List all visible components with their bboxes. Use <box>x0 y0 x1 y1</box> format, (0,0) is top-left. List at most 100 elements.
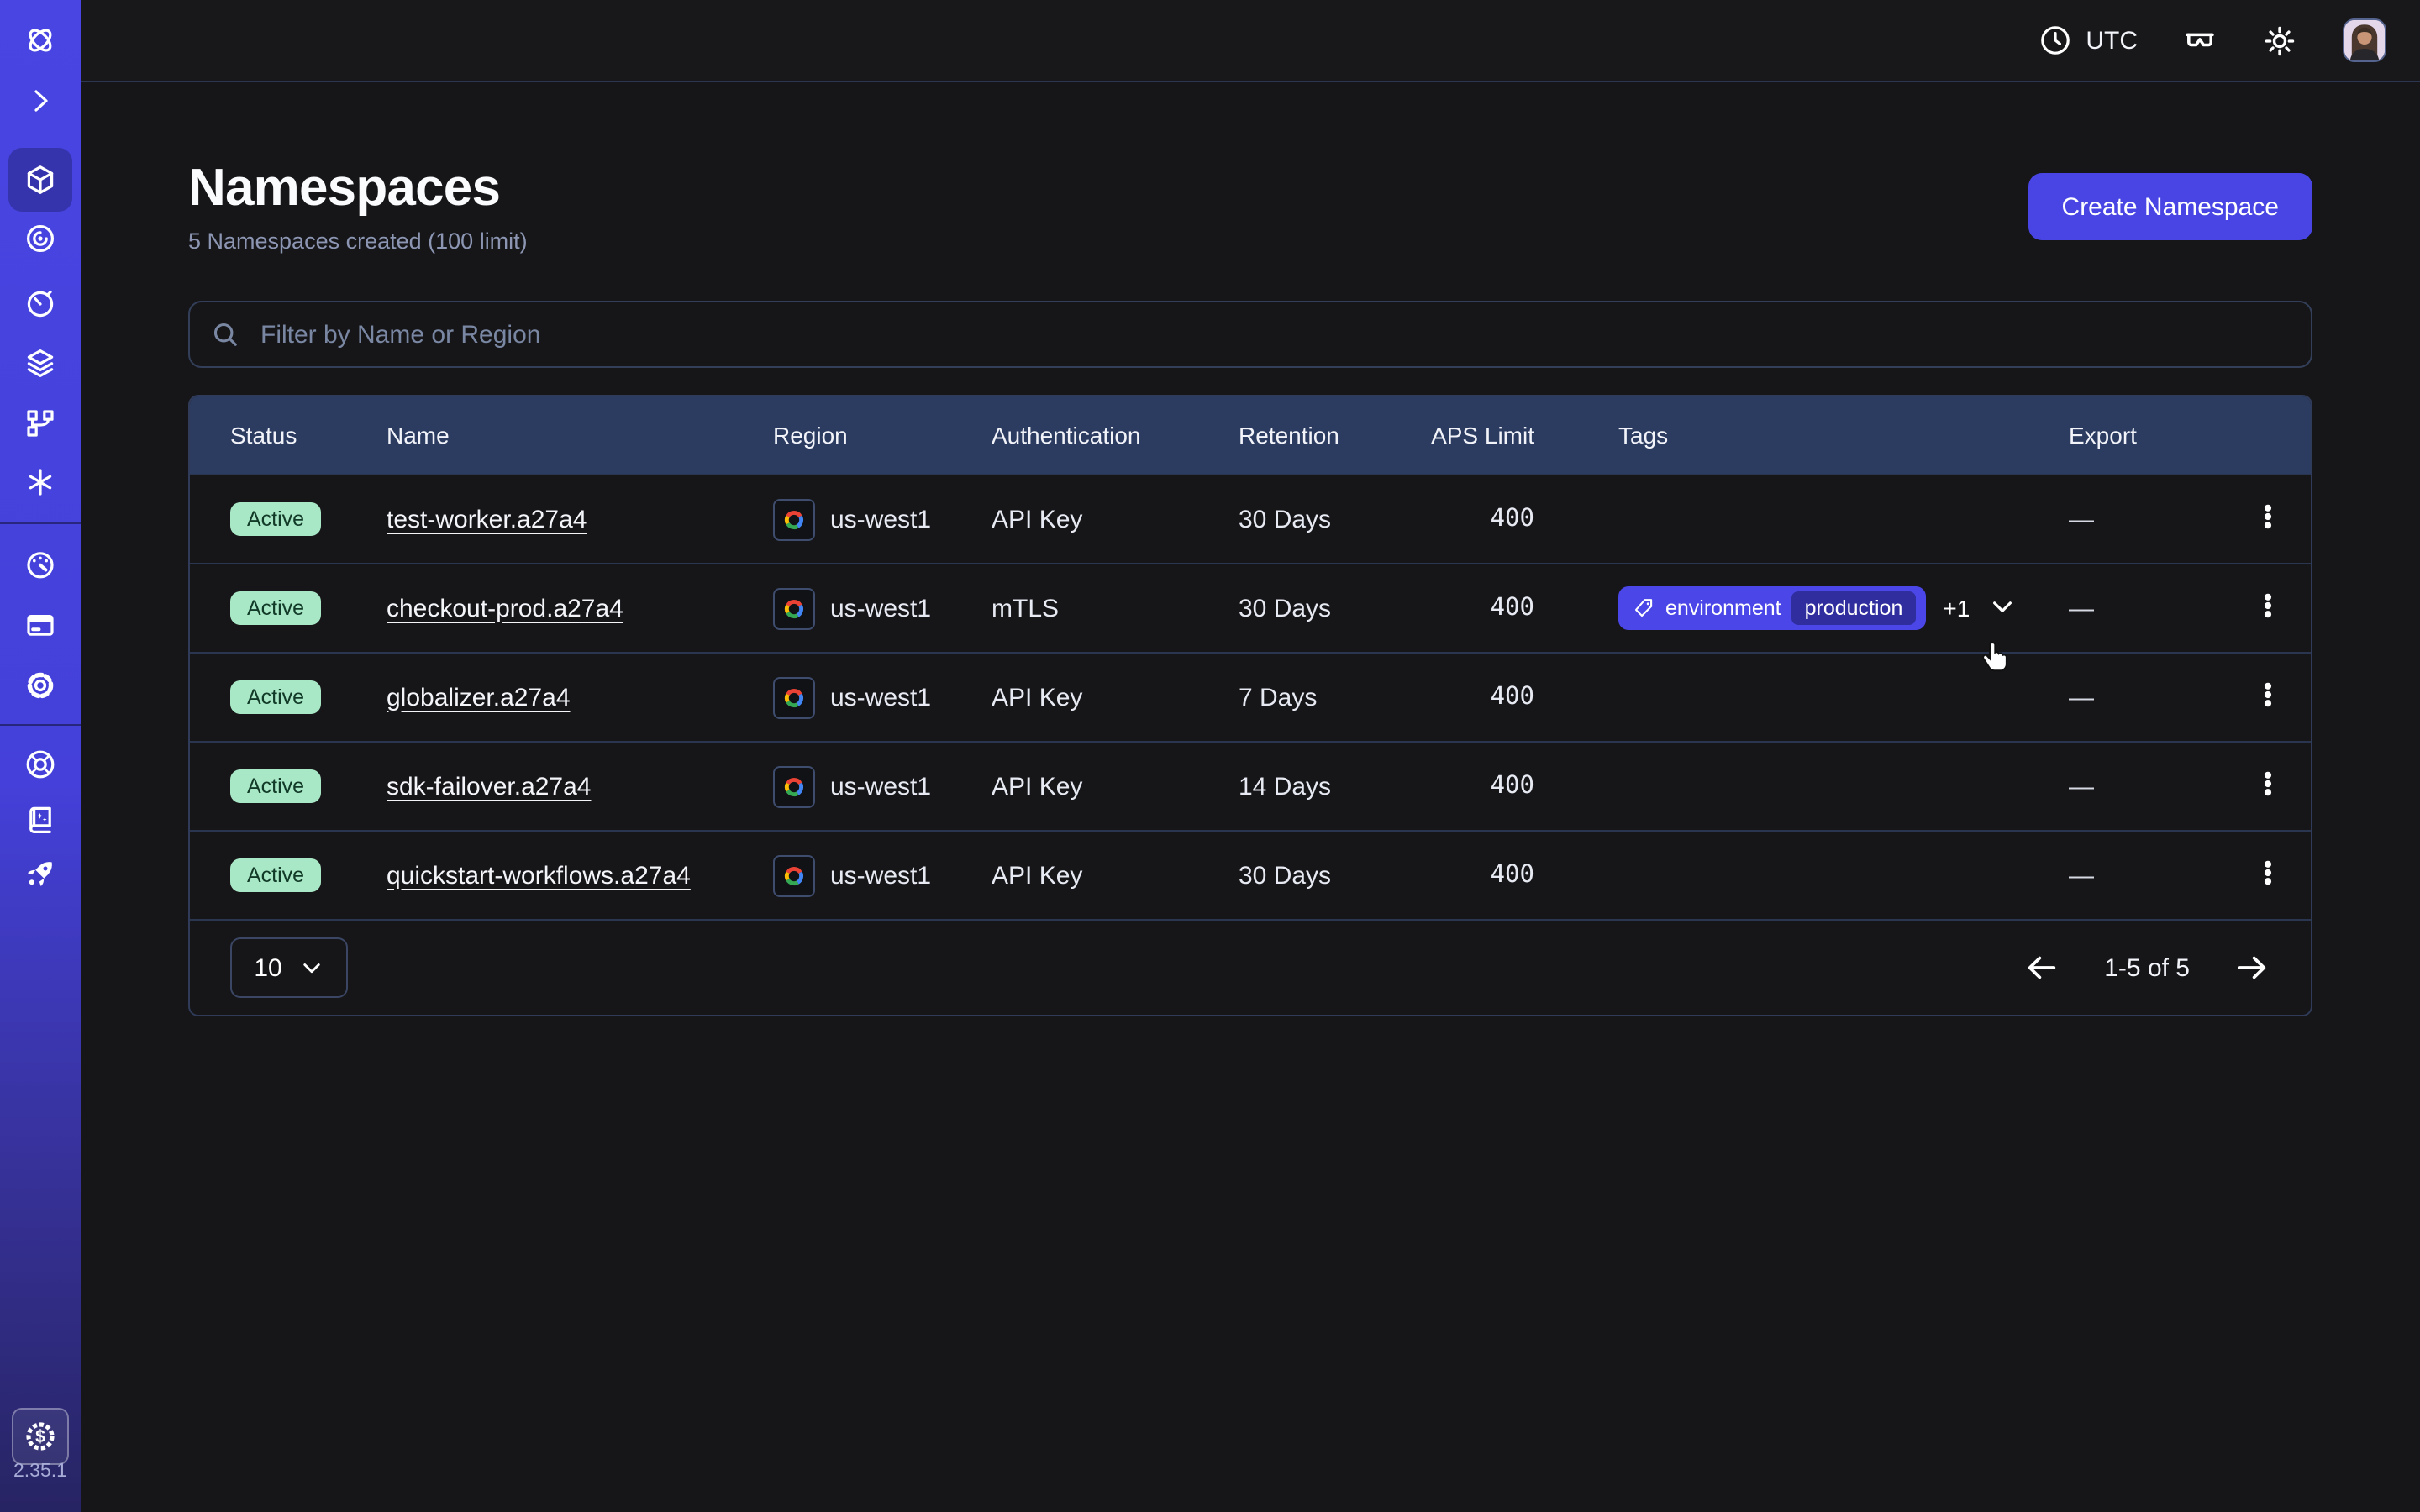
row-menu-kebab-icon[interactable] <box>2244 674 2291 721</box>
sidebar-item-namespaces[interactable] <box>24 163 57 197</box>
sidebar-item-usage[interactable] <box>24 548 57 581</box>
arrow-right-icon <box>2233 949 2270 986</box>
col-name: Name <box>387 422 773 449</box>
timezone-button[interactable]: UTC <box>2039 24 2138 57</box>
pricing-seal-button[interactable]: $ <box>12 1408 69 1465</box>
row-menu-kebab-icon[interactable] <box>2244 496 2291 543</box>
export-value: — <box>2069 683 2202 711</box>
row-menu-kebab-icon[interactable] <box>2244 585 2291 632</box>
status-badge: Active <box>230 680 321 715</box>
tag-key: environment <box>1665 596 1781 620</box>
tags-cell: environment production +1 <box>1618 586 2069 630</box>
user-avatar[interactable] <box>2343 18 2386 62</box>
namespace-link[interactable]: checkout-prod.a27a4 <box>387 594 623 622</box>
col-status: Status <box>230 422 387 449</box>
pagination-range: 1-5 of 5 <box>2104 953 2190 982</box>
sidebar-expand-chevron-icon[interactable] <box>24 84 57 118</box>
sidebar-item-docs[interactable] <box>24 803 57 837</box>
page-size-select[interactable]: 10 <box>230 937 348 998</box>
region-label: us-west1 <box>830 594 931 622</box>
auth-label: API Key <box>992 505 1239 533</box>
arrow-left-icon <box>2023 949 2060 986</box>
region-label: us-west1 <box>830 772 931 801</box>
rocket-icon <box>24 857 57 890</box>
aps-value: 400 <box>1400 773 1534 800</box>
prev-page-button[interactable] <box>2023 949 2060 986</box>
next-page-button[interactable] <box>2233 949 2270 986</box>
col-aps-limit: APS Limit <box>1400 422 1534 449</box>
page-subtitle: 5 Namespaces created (100 limit) <box>188 228 528 254</box>
sidebar-item-stacks[interactable] <box>24 346 57 380</box>
export-value: — <box>2069 861 2202 890</box>
gcp-region-icon <box>773 676 815 718</box>
tags-expand-chevron-icon[interactable] <box>1986 593 2017 623</box>
table-row: Active globalizer.a27a4 us-west1 API Key… <box>190 652 2311 741</box>
timezone-label: UTC <box>2086 26 2138 55</box>
gcp-region-icon <box>773 854 815 896</box>
namespace-link[interactable]: test-worker.a27a4 <box>387 505 587 533</box>
sidebar-divider <box>0 522 81 524</box>
labs-toggle-button[interactable] <box>2181 22 2218 59</box>
retention-label: 30 Days <box>1239 594 1400 622</box>
row-menu-kebab-icon[interactable] <box>2244 852 2291 899</box>
theme-toggle-button[interactable] <box>2262 22 2299 59</box>
avatar-portrait <box>2344 20 2385 60</box>
region-label: us-west1 <box>830 861 931 890</box>
filter-bar <box>188 301 2312 368</box>
status-badge: Active <box>230 591 321 626</box>
sun-icon <box>2262 23 2297 58</box>
namespace-link[interactable]: quickstart-workflows.a27a4 <box>387 861 691 890</box>
gcp-region-icon <box>773 587 815 629</box>
region-label: us-west1 <box>830 683 931 711</box>
region-label: us-west1 <box>830 505 931 533</box>
retention-label: 30 Days <box>1239 861 1400 890</box>
col-region: Region <box>773 422 992 449</box>
sidebar-item-monitoring[interactable] <box>24 222 57 255</box>
row-menu-kebab-icon[interactable] <box>2244 763 2291 810</box>
auth-label: API Key <box>992 683 1239 711</box>
app-window: $ 2.35.1 UTC Namespaces 5 Nam <box>0 0 2420 1512</box>
status-badge: Active <box>230 502 321 537</box>
sidebar-item-nexus[interactable] <box>24 465 57 499</box>
table-row: Active sdk-failover.a27a4 us-west1 API K… <box>190 741 2311 830</box>
table-row: Active checkout-prod.a27a4 us-west1 mTLS… <box>190 563 2311 652</box>
namespace-link[interactable]: sdk-failover.a27a4 <box>387 772 592 801</box>
branch-icon <box>24 407 57 440</box>
filter-input[interactable] <box>257 318 2291 350</box>
table-header-row: Status Name Region Authentication Retent… <box>190 396 2311 474</box>
export-value: — <box>2069 772 2202 801</box>
temporal-logo-icon[interactable] <box>24 24 57 57</box>
table-footer: 10 1-5 of 5 <box>190 919 2311 1015</box>
credit-card-icon <box>24 608 57 642</box>
clock-icon <box>2039 24 2072 57</box>
export-value: — <box>2069 594 2202 622</box>
table-row: Active test-worker.a27a4 us-west1 API Ke… <box>190 474 2311 563</box>
status-badge: Active <box>230 769 321 804</box>
chevron-down-icon <box>299 955 324 980</box>
namespaces-table: Status Name Region Authentication Retent… <box>188 395 2312 1016</box>
sidebar-item-schedules[interactable] <box>24 286 57 319</box>
sidebar-item-settings[interactable] <box>24 669 57 702</box>
app-version: 2.35.1 <box>0 1462 81 1482</box>
auth-label: API Key <box>992 861 1239 890</box>
layers-icon <box>24 346 57 380</box>
tag-pill[interactable]: environment production <box>1618 586 1926 630</box>
tag-value: production <box>1791 591 1917 625</box>
col-authentication: Authentication <box>992 422 1239 449</box>
status-badge: Active <box>230 858 321 893</box>
page-title: Namespaces <box>188 160 528 217</box>
aps-value: 400 <box>1400 684 1534 711</box>
radar-icon <box>24 222 57 255</box>
create-namespace-button[interactable]: Create Namespace <box>2028 173 2312 240</box>
auth-label: API Key <box>992 772 1239 801</box>
svg-text:$: $ <box>35 1427 45 1446</box>
namespace-link[interactable]: globalizer.a27a4 <box>387 683 571 711</box>
sidebar-item-deployments[interactable] <box>24 407 57 440</box>
retention-label: 30 Days <box>1239 505 1400 533</box>
sidebar-item-getting-started[interactable] <box>24 857 57 890</box>
gcp-region-icon <box>773 765 815 807</box>
aps-value: 400 <box>1400 862 1534 889</box>
sidebar-divider <box>0 724 81 726</box>
sidebar-item-billing[interactable] <box>24 608 57 642</box>
sidebar-item-support[interactable] <box>24 748 57 781</box>
